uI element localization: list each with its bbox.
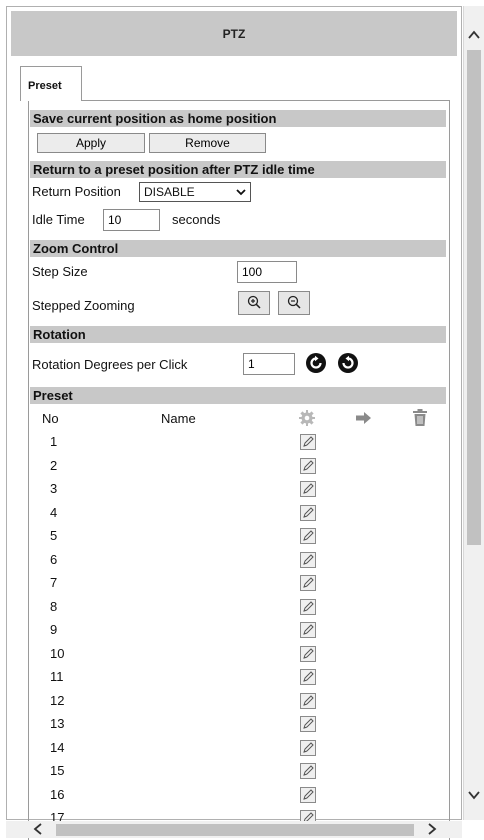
tab-preset[interactable]: Preset bbox=[20, 66, 82, 101]
scroll-down-icon[interactable] bbox=[468, 788, 480, 802]
edit-icon[interactable] bbox=[300, 716, 316, 732]
column-header-no: No bbox=[42, 411, 59, 426]
zoom-out-icon bbox=[286, 294, 302, 313]
chevron-down-icon bbox=[235, 183, 247, 207]
preset-row: 12 bbox=[0, 693, 484, 716]
preset-number: 14 bbox=[50, 740, 65, 755]
rotate-right-button[interactable] bbox=[337, 352, 359, 374]
idle-time-input[interactable] bbox=[103, 209, 160, 231]
edit-icon[interactable] bbox=[300, 646, 316, 662]
preset-row: 15 bbox=[0, 763, 484, 786]
edit-icon[interactable] bbox=[300, 599, 316, 615]
stepped-zooming-label: Stepped Zooming bbox=[32, 298, 135, 313]
preset-number: 1 bbox=[50, 434, 58, 449]
edit-icon[interactable] bbox=[300, 693, 316, 709]
preset-row: 10 bbox=[0, 646, 484, 669]
preset-number: 2 bbox=[50, 458, 58, 473]
step-size-input[interactable] bbox=[237, 261, 297, 283]
tab-preset-label: Preset bbox=[28, 80, 62, 92]
rotate-left-button[interactable] bbox=[305, 352, 327, 374]
preset-row: 11 bbox=[0, 669, 484, 692]
page-title-text: PTZ bbox=[222, 26, 246, 41]
scroll-right-icon[interactable] bbox=[427, 823, 437, 837]
vertical-scrollbar-thumb[interactable] bbox=[467, 50, 481, 545]
preset-row: 5 bbox=[0, 528, 484, 551]
tab-divider bbox=[82, 100, 450, 101]
preset-row: 4 bbox=[0, 505, 484, 528]
section-home-header: Save current position as home position bbox=[30, 110, 446, 127]
apply-button[interactable]: Apply bbox=[37, 133, 145, 153]
rotation-degrees-input[interactable] bbox=[243, 353, 295, 375]
preset-row: 6 bbox=[0, 552, 484, 575]
return-position-label: Return Position bbox=[32, 184, 121, 199]
preset-row: 8 bbox=[0, 599, 484, 622]
preset-row: 16 bbox=[0, 787, 484, 810]
horizontal-scrollbar-thumb[interactable] bbox=[56, 824, 414, 836]
edit-icon[interactable] bbox=[300, 481, 316, 497]
preset-row: 7 bbox=[0, 575, 484, 598]
zoom-out-button[interactable] bbox=[278, 291, 310, 315]
preset-row: 2 bbox=[0, 458, 484, 481]
preset-row: 13 bbox=[0, 716, 484, 739]
section-rotation-header: Rotation bbox=[30, 326, 446, 343]
edit-icon[interactable] bbox=[300, 505, 316, 521]
edit-icon[interactable] bbox=[300, 552, 316, 568]
edit-icon[interactable] bbox=[300, 434, 316, 450]
edit-icon[interactable] bbox=[300, 787, 316, 803]
step-size-label: Step Size bbox=[32, 264, 88, 279]
preset-number: 12 bbox=[50, 693, 65, 708]
edit-icon[interactable] bbox=[300, 622, 316, 638]
rotate-cw-icon bbox=[337, 353, 359, 377]
trash-icon bbox=[412, 409, 428, 430]
scroll-left-icon[interactable] bbox=[33, 823, 43, 837]
preset-number: 15 bbox=[50, 763, 65, 778]
remove-button[interactable]: Remove bbox=[149, 133, 266, 153]
zoom-in-icon bbox=[246, 294, 262, 313]
idle-time-label: Idle Time bbox=[32, 212, 85, 227]
preset-number: 6 bbox=[50, 552, 58, 567]
scroll-up-icon[interactable] bbox=[468, 28, 480, 42]
edit-icon[interactable] bbox=[300, 669, 316, 685]
preset-number: 4 bbox=[50, 505, 58, 520]
preset-number: 10 bbox=[50, 646, 65, 661]
preset-row: 9 bbox=[0, 622, 484, 645]
section-preset-header: Preset bbox=[30, 387, 446, 404]
preset-number: 7 bbox=[50, 575, 58, 590]
arrow-right-icon bbox=[355, 411, 372, 428]
preset-number: 8 bbox=[50, 599, 58, 614]
edit-icon[interactable] bbox=[300, 458, 316, 474]
preset-number: 16 bbox=[50, 787, 65, 802]
return-position-select[interactable]: DISABLE bbox=[139, 182, 251, 202]
preset-row: 14 bbox=[0, 740, 484, 763]
edit-icon[interactable] bbox=[300, 740, 316, 756]
section-return-header: Return to a preset position after PTZ id… bbox=[30, 161, 446, 178]
preset-row: 3 bbox=[0, 481, 484, 504]
preset-number: 13 bbox=[50, 716, 65, 731]
edit-icon[interactable] bbox=[300, 575, 316, 591]
page-title: PTZ bbox=[11, 11, 457, 56]
column-header-name: Name bbox=[161, 411, 196, 426]
preset-number: 9 bbox=[50, 622, 58, 637]
edit-icon[interactable] bbox=[300, 528, 316, 544]
preset-row: 1 bbox=[0, 434, 484, 457]
preset-number: 11 bbox=[50, 669, 64, 684]
rotation-degrees-label: Rotation Degrees per Click bbox=[32, 357, 188, 372]
preset-number: 3 bbox=[50, 481, 58, 496]
idle-time-unit: seconds bbox=[172, 212, 221, 227]
zoom-in-button[interactable] bbox=[238, 291, 270, 315]
gear-icon bbox=[298, 409, 316, 430]
section-zoom-header: Zoom Control bbox=[30, 240, 446, 257]
edit-icon[interactable] bbox=[300, 763, 316, 779]
rotate-ccw-icon bbox=[305, 353, 327, 377]
return-position-value: DISABLE bbox=[144, 185, 195, 199]
preset-number: 5 bbox=[50, 528, 58, 543]
